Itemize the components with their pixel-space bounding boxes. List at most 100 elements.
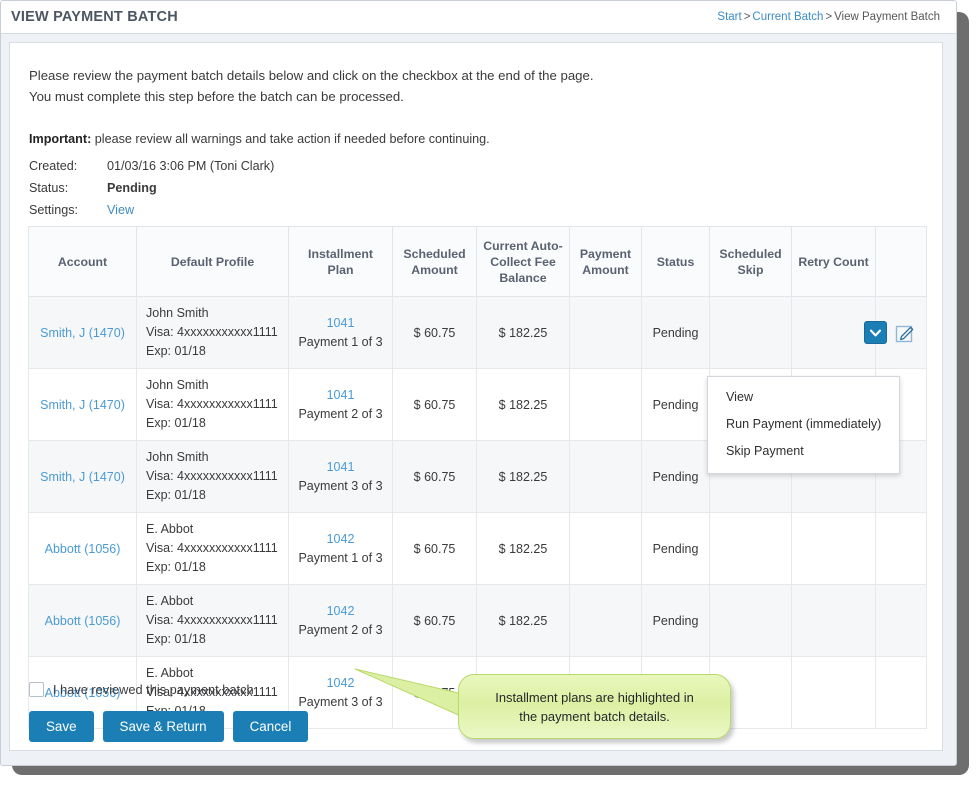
profile-name: John Smith	[146, 376, 279, 395]
payment-batch-table-body: Smith, J (1470)John SmithVisa: 4xxxxxxxx…	[29, 297, 927, 729]
save-button[interactable]: Save	[29, 711, 94, 742]
page-header-bar: VIEW PAYMENT BATCH Start>Current Batch>V…	[1, 1, 956, 34]
installment-plan-link[interactable]: 1042	[327, 604, 355, 618]
cell-scheduled-amount: $ 60.75	[393, 441, 477, 513]
cell-row-actions	[876, 657, 927, 729]
cell-row-actions	[876, 297, 927, 369]
cell-account: Abbott (1056)	[29, 513, 137, 585]
form-action-buttons: Save Save & Return Cancel	[29, 711, 308, 742]
cell-default-profile: E. AbbotVisa: 4xxxxxxxxxxx1111Exp: 01/18	[137, 585, 289, 657]
edit-pencil-icon[interactable]	[894, 322, 915, 343]
breadcrumb-item-current-batch[interactable]: Current Batch	[752, 11, 823, 23]
status-value: Pending	[107, 181, 157, 195]
column-header-scheduled-amount: Scheduled Amount	[393, 227, 477, 297]
profile-name: E. Abbot	[146, 664, 279, 683]
cell-status: Pending	[642, 657, 710, 729]
row-action-dropdown-menu[interactable]: View Run Payment (immediately) Skip Paym…	[707, 376, 900, 474]
cell-scheduled-skip	[710, 585, 792, 657]
installment-plan-link[interactable]: 1041	[327, 388, 355, 402]
cell-default-profile: John SmithVisa: 4xxxxxxxxxxx1111Exp: 01/…	[137, 441, 289, 513]
cancel-button[interactable]: Cancel	[233, 711, 309, 742]
cell-account: Abbott (1056)	[29, 585, 137, 657]
batch-meta: Created:01/03/16 3:06 PM (Toni Clark) St…	[29, 155, 274, 221]
breadcrumb-separator: >	[823, 11, 834, 23]
cell-payment-amount	[570, 657, 642, 729]
meta-row-created: Created:01/03/16 3:06 PM (Toni Clark)	[29, 155, 274, 177]
column-header-account: Account	[29, 227, 137, 297]
cell-payment-amount	[570, 369, 642, 441]
important-notice: Important: please review all warnings an…	[29, 132, 490, 146]
cell-status: Pending	[642, 513, 710, 585]
cell-scheduled-amount: $ 60.75	[393, 657, 477, 729]
account-link[interactable]: Smith, J (1470)	[40, 326, 125, 340]
installment-plan-link[interactable]: 1041	[327, 316, 355, 330]
cell-scheduled-skip	[710, 513, 792, 585]
breadcrumb: Start>Current Batch>View Payment Batch	[717, 11, 940, 23]
installment-plan-link[interactable]: 1042	[327, 532, 355, 546]
created-value: 01/03/16 3:06 PM (Toni Clark)	[107, 159, 274, 173]
settings-label: Settings:	[29, 199, 107, 221]
cell-status: Pending	[642, 369, 710, 441]
profile-card: Visa: 4xxxxxxxxxxx1111	[146, 539, 279, 558]
profile-card: Visa: 4xxxxxxxxxxx1111	[146, 323, 279, 342]
profile-name: John Smith	[146, 448, 279, 467]
intro-line-1: Please review the payment batch details …	[29, 65, 594, 86]
installment-plan-payment: Payment 3 of 3	[298, 693, 383, 712]
column-header-payment-amount: Payment Amount	[570, 227, 642, 297]
cell-payment-amount	[570, 441, 642, 513]
profile-exp: Exp: 01/18	[146, 630, 279, 649]
cell-row-actions	[876, 513, 927, 585]
breadcrumb-item-start[interactable]: Start	[717, 11, 741, 23]
profile-exp: Exp: 01/18	[146, 414, 279, 433]
settings-value: View	[107, 203, 134, 217]
profile-exp: Exp: 01/18	[146, 486, 279, 505]
cell-installment-plan: 1041Payment 2 of 3	[289, 369, 393, 441]
reviewed-checkbox-label: I have reviewed this payment batch	[53, 682, 254, 697]
account-link[interactable]: Smith, J (1470)	[40, 470, 125, 484]
column-header-installment-plan: Installment Plan	[289, 227, 393, 297]
cell-retry-count	[792, 513, 876, 585]
cell-installment-plan: 1041 Payment 1 of 3	[289, 297, 393, 369]
row-actions	[885, 321, 917, 344]
cell-fee-balance: $ 182.25	[477, 297, 570, 369]
table-row: Abbott (1056) E. AbbotVisa: 4xxxxxxxxxxx1…	[29, 585, 927, 657]
review-checkbox-row: I have reviewed this payment batch	[29, 682, 254, 697]
table-row: Smith, J (1470) John SmithVisa: 4xxxxxxxx…	[29, 297, 927, 369]
dropdown-item-skip-payment[interactable]: Skip Payment	[708, 438, 899, 465]
page-title: VIEW PAYMENT BATCH	[11, 9, 178, 25]
account-link[interactable]: Abbott (1056)	[45, 542, 121, 556]
installment-plan-link[interactable]: 1042	[327, 676, 355, 690]
cell-row-actions	[876, 585, 927, 657]
payment-batch-table-wrapper: Account Default Profile Installment Plan…	[28, 226, 926, 729]
profile-card: Visa: 4xxxxxxxxxxx1111	[146, 611, 279, 630]
cell-default-profile: John SmithVisa: 4xxxxxxxxxxx1111Exp: 01/…	[137, 369, 289, 441]
cell-default-profile: John SmithVisa: 4xxxxxxxxxxx1111Exp: 01/…	[137, 297, 289, 369]
column-header-default-profile: Default Profile	[137, 227, 289, 297]
cell-installment-plan: 1041Payment 3 of 3	[289, 441, 393, 513]
dropdown-item-view[interactable]: View	[708, 384, 899, 411]
cell-scheduled-skip	[710, 297, 792, 369]
profile-exp: Exp: 01/18	[146, 342, 279, 361]
dropdown-item-run-payment[interactable]: Run Payment (immediately)	[708, 411, 899, 438]
installment-plan-payment: Payment 1 of 3	[298, 549, 383, 568]
installment-plan-payment: Payment 1 of 3	[298, 333, 383, 352]
column-header-status: Status	[642, 227, 710, 297]
account-link[interactable]: Smith, J (1470)	[40, 398, 125, 412]
installment-plan-link[interactable]: 1041	[327, 460, 355, 474]
status-label: Status:	[29, 177, 107, 199]
column-header-retry-count: Retry Count	[792, 227, 876, 297]
cell-account: Smith, J (1470)	[29, 297, 137, 369]
intro-text: Please review the payment batch details …	[29, 65, 594, 107]
profile-exp: Exp: 01/18	[146, 558, 279, 577]
chevron-down-icon[interactable]	[864, 321, 887, 344]
cell-fee-balance: $ 182.25	[477, 441, 570, 513]
account-link[interactable]: Abbott (1056)	[45, 614, 121, 628]
application-window: VIEW PAYMENT BATCH Start>Current Batch>V…	[0, 0, 957, 766]
save-and-return-button[interactable]: Save & Return	[103, 711, 224, 742]
settings-view-link[interactable]: View	[107, 203, 134, 217]
content-card: Please review the payment batch details …	[9, 42, 943, 751]
cell-status: Pending	[642, 441, 710, 513]
reviewed-checkbox[interactable]	[29, 682, 44, 697]
cell-retry-count	[792, 585, 876, 657]
screenshot-root: VIEW PAYMENT BATCH Start>Current Batch>V…	[0, 0, 977, 796]
